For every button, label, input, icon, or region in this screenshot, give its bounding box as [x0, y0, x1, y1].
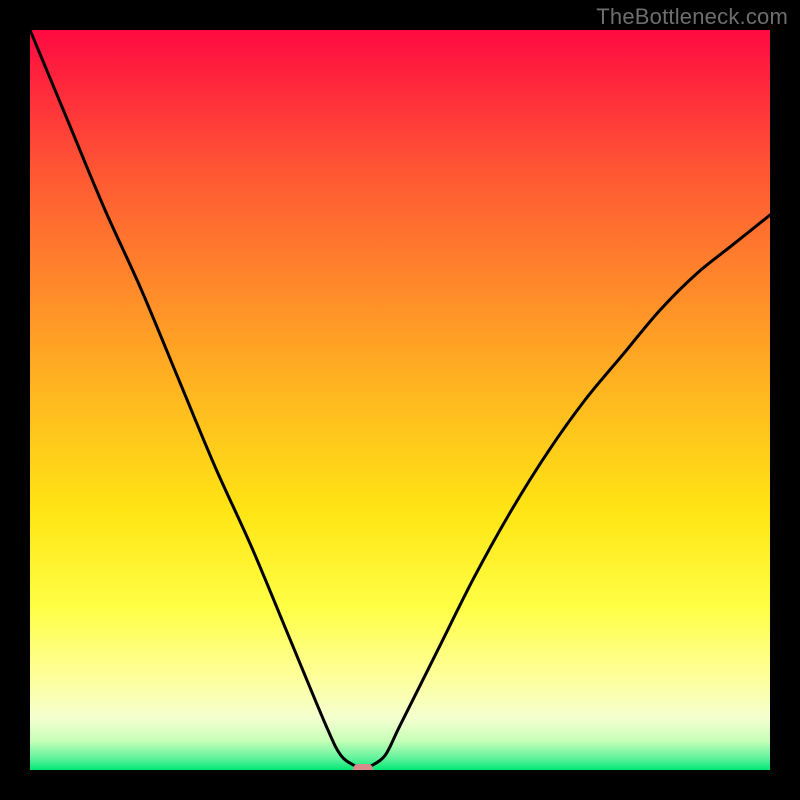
chart-svg — [30, 30, 770, 770]
gradient-background — [30, 30, 770, 770]
watermark-text: TheBottleneck.com — [596, 4, 788, 30]
chart-frame: TheBottleneck.com — [0, 0, 800, 800]
plot-area — [30, 30, 770, 770]
optimal-marker — [353, 764, 373, 770]
